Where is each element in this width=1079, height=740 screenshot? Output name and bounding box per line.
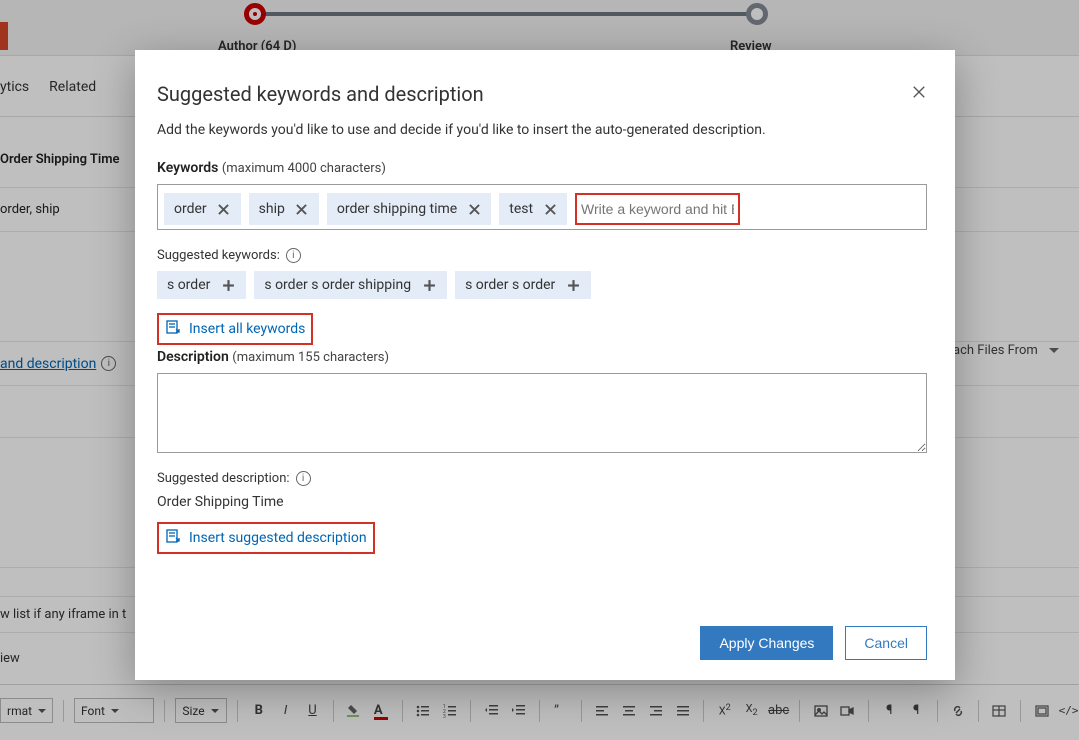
apply-changes-button[interactable]: Apply Changes (700, 626, 833, 660)
chip-label: s order (167, 277, 210, 293)
modal-title: Suggested keywords and description (157, 82, 927, 106)
remove-chip-icon[interactable] (217, 202, 231, 216)
insert-suggested-description-link[interactable]: Insert suggested description (157, 522, 375, 554)
description-textarea[interactable] (157, 373, 927, 453)
chip-label: test (509, 201, 533, 217)
suggested-description-label: Suggested description: i (157, 471, 927, 486)
insert-all-keywords-link[interactable]: Insert all keywords (157, 313, 313, 345)
chip-label: order shipping time (337, 201, 457, 217)
remove-chip-icon[interactable] (467, 202, 481, 216)
suggested-keywords-modal: Suggested keywords and description Add t… (135, 50, 955, 680)
add-chip-icon[interactable] (421, 277, 437, 293)
remove-chip-icon[interactable] (543, 202, 557, 216)
keyword-chip: order shipping time (327, 193, 491, 225)
modal-actions: Apply Changes Cancel (157, 626, 927, 660)
keywords-label: Keywords (maximum 4000 characters) (157, 160, 927, 176)
chip-label: s order s order (465, 277, 555, 293)
suggested-chip: s order (157, 271, 246, 299)
info-icon[interactable]: i (296, 471, 311, 486)
info-icon[interactable]: i (286, 248, 301, 263)
suggested-chip: s order s order (455, 271, 591, 299)
suggested-keywords-row: s order s order s order shipping s order… (157, 271, 927, 299)
keyword-chip: order (164, 193, 241, 225)
chip-label: s order s order shipping (264, 277, 411, 293)
cancel-button[interactable]: Cancel (845, 626, 927, 660)
suggested-keywords-label: Suggested keywords: i (157, 248, 927, 263)
suggested-description-text: Order Shipping Time (157, 494, 927, 510)
chip-label: order (174, 201, 207, 217)
keywords-input-box[interactable]: order ship order shipping time test (157, 184, 927, 230)
insert-icon (165, 528, 181, 548)
remove-chip-icon[interactable] (295, 202, 309, 216)
close-button[interactable] (905, 78, 933, 106)
modal-subtitle: Add the keywords you'd like to use and d… (157, 122, 927, 138)
add-chip-icon[interactable] (565, 277, 581, 293)
suggested-chip: s order s order shipping (254, 271, 447, 299)
insert-icon (165, 319, 181, 339)
chip-label: ship (259, 201, 285, 217)
description-label: Description (maximum 155 characters) (157, 349, 927, 365)
keyword-chip: ship (249, 193, 319, 225)
keyword-text-input[interactable] (575, 193, 740, 225)
add-chip-icon[interactable] (220, 277, 236, 293)
keyword-chip: test (499, 193, 567, 225)
